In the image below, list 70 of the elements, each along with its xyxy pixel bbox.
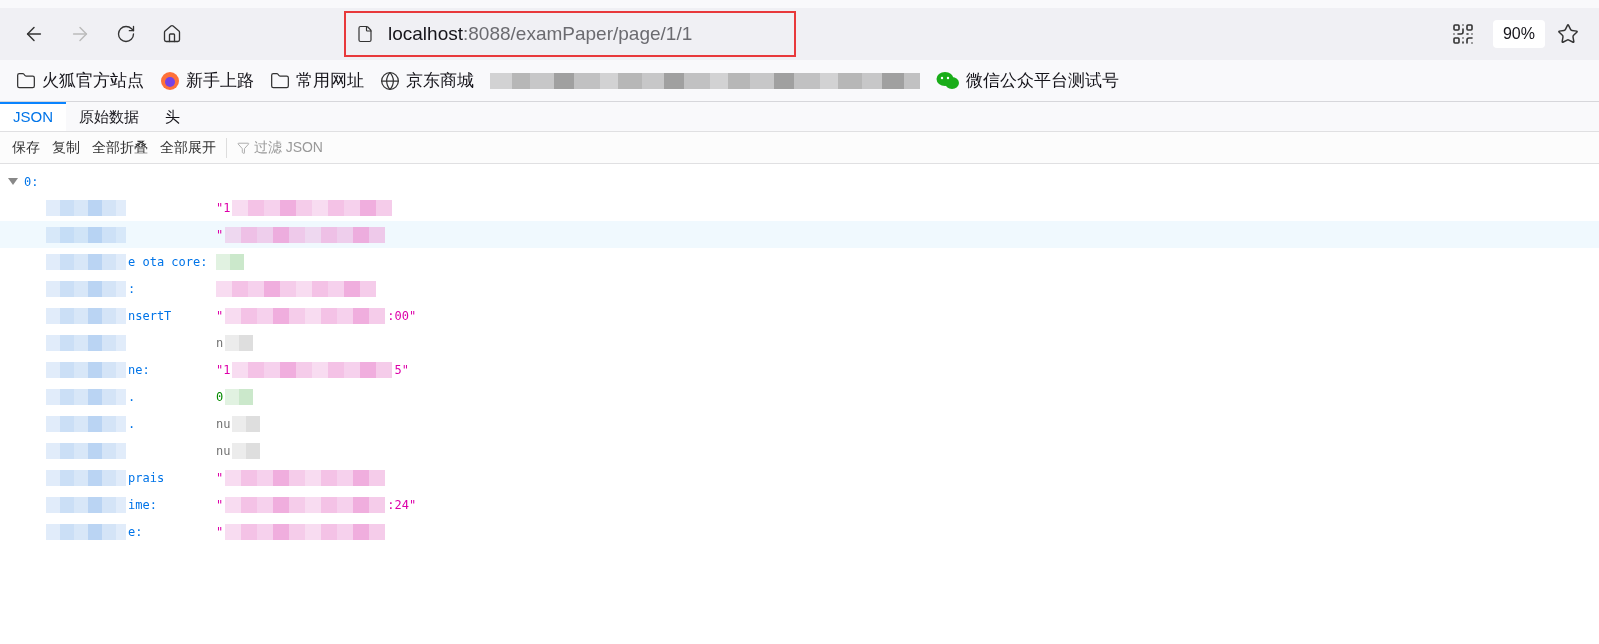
json-row[interactable]: nsertT " :00" [0,302,1599,329]
json-key: 0: [24,173,39,191]
json-row[interactable]: : [0,275,1599,302]
qr-code-icon[interactable] [1450,22,1475,46]
filter-field[interactable]: 过滤 JSON [253,137,425,158]
json-value: "1 [216,361,231,379]
toolbar-button[interactable]: 全部折叠 [86,137,154,158]
toolbar-button[interactable]: 复制 [46,137,86,158]
json-value: :24" [387,496,417,514]
json-row[interactable]: "1 [0,194,1599,221]
bookmark-item[interactable]: 新手上路 [160,67,254,94]
json-row[interactable]: e ota core: [0,248,1599,275]
folder-icon [16,70,36,91]
bookmark-item[interactable]: 微信公众平台测试号 [936,67,1119,94]
bookmark-item[interactable]: 京东商城 [380,67,474,94]
home-icon [162,24,182,44]
address-bar[interactable]: localhost:8088/examPaper/page/1/1 [344,11,796,57]
filter-icon [237,140,250,155]
json-key: nsertT [128,306,172,325]
json-value: " [216,469,224,487]
chat-bubbles-icon [936,70,960,91]
pixelated-value-drawing [232,440,261,461]
json-row[interactable]: ime: " :24" [0,491,1599,518]
json-value: n [216,334,224,352]
json-key: . [128,387,136,406]
json-row[interactable]: prais " [0,464,1599,491]
json-key: ime: [128,495,157,514]
bookmark-item[interactable]: 火狐官方站点 [16,67,144,94]
expand-triangle-icon[interactable] [8,178,18,186]
json-value: " [216,523,224,541]
json-key: . [128,414,136,433]
json-key: prais [128,468,165,487]
toolbar-button[interactable]: 全部展开 [154,137,222,158]
pixelated-value-drawing [225,386,254,407]
viewer-tab[interactable]: JSON [0,102,66,131]
page-icon [356,25,374,43]
json-row[interactable]: nu [0,437,1599,464]
json-key: e ota core: [128,252,208,271]
pixelated-value-drawing [232,413,261,434]
json-row[interactable]: . nu [0,410,1599,437]
json-value: " [216,226,224,244]
json-value: nu [216,415,231,433]
globe-icon [380,70,400,91]
json-key: : [128,279,136,298]
json-value: 0 [216,388,224,406]
browser-logo-icon [160,70,180,91]
json-value: nu [216,442,231,460]
toolbar-button[interactable]: 保存 [6,137,46,158]
json-row[interactable]: " [0,221,1599,248]
json-row[interactable]: e: " [0,518,1599,545]
json-value: " [216,307,224,325]
viewer-tab[interactable]: 头 [152,102,193,131]
folder-icon [270,70,290,91]
pixelated-value-drawing [225,332,254,353]
viewer-tab[interactable]: 原始数据 [66,102,152,131]
json-key: e: [128,522,143,541]
json-value: " [216,496,224,514]
pixelated-value-drawing [216,251,244,272]
json-value: "1 [216,199,231,217]
json-value: :00" [387,307,417,325]
json-row[interactable]: ne: "1 5" [0,356,1599,383]
json-value: 5" [394,361,409,379]
json-key: ne: [128,360,150,379]
bookmark-star-icon[interactable] [1557,23,1579,45]
zoom-level-button[interactable]: 90% [1492,20,1545,48]
url-text: localhost:8088/examPaper/page/1/1 [388,21,693,46]
json-row[interactable]: . 0 [0,383,1599,410]
json-row[interactable]: n [0,329,1599,356]
reload-icon [116,24,136,44]
bookmark-item[interactable]: 常用网址 [270,67,364,94]
